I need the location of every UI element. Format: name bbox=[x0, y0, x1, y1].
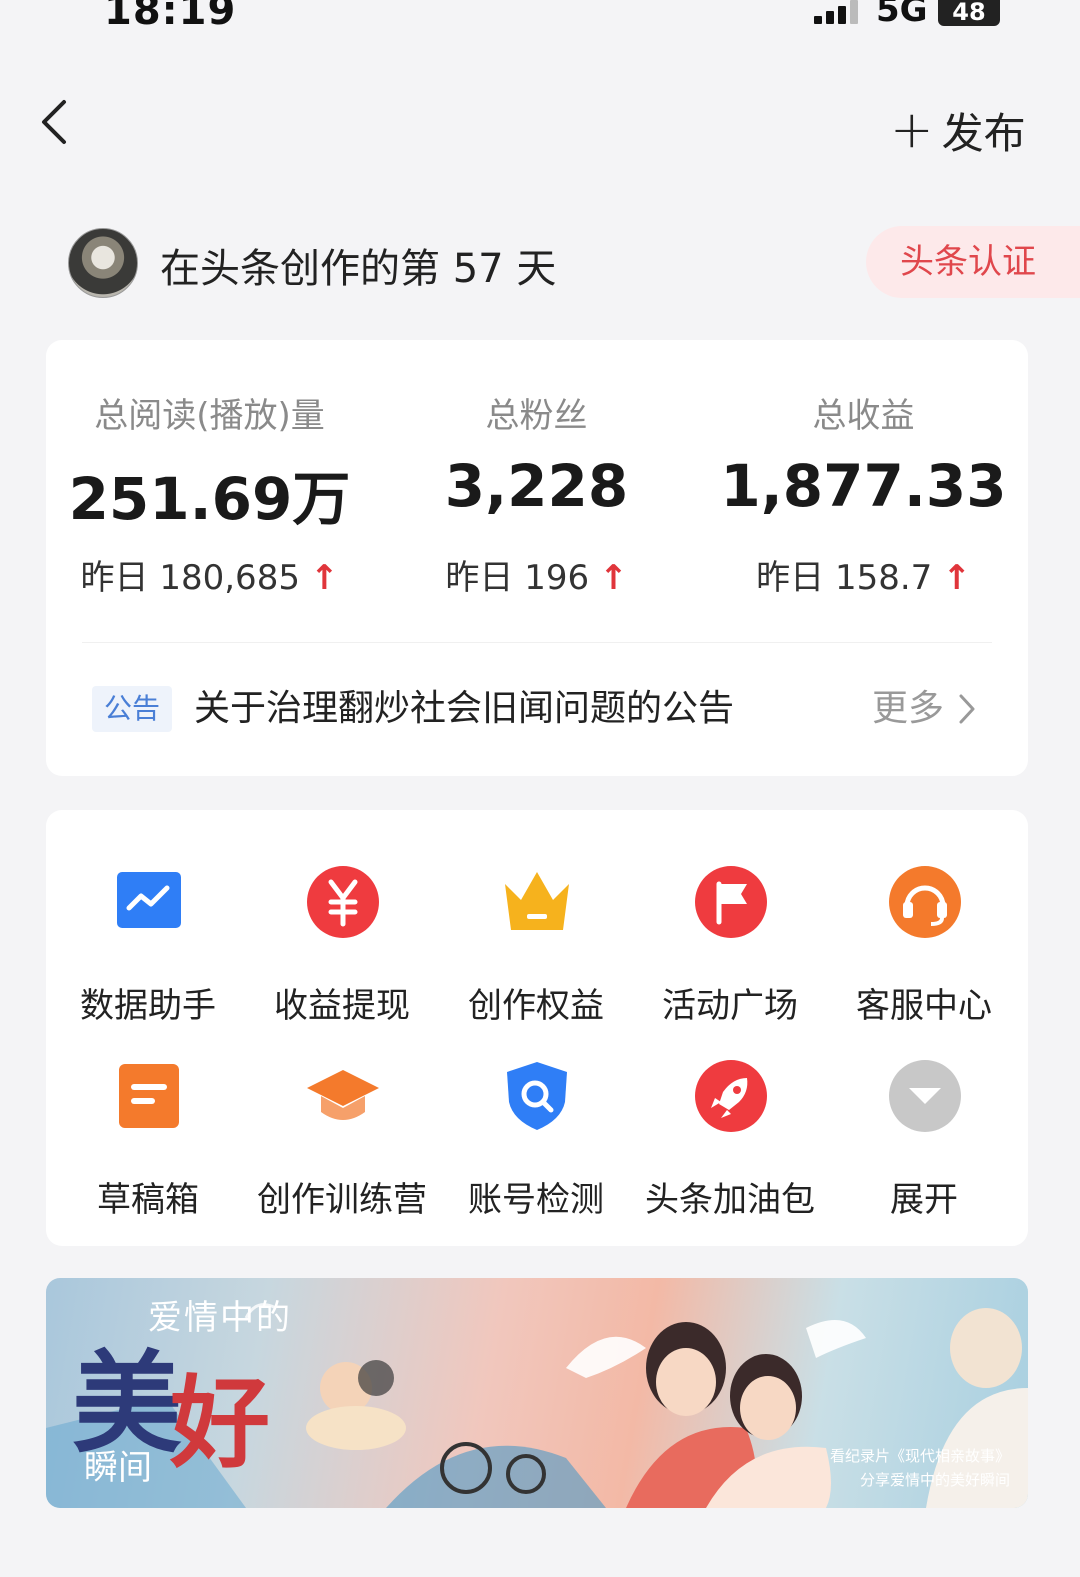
signal-icon bbox=[814, 0, 862, 26]
tool-label: 客服中心 bbox=[856, 986, 992, 1026]
tool-activity-plaza[interactable]: 活动广场 bbox=[632, 864, 828, 1034]
stat-yesterday-text: 昨日 158.7 bbox=[756, 558, 933, 598]
headset-icon bbox=[889, 866, 961, 938]
stat-value: 251.69万 bbox=[68, 465, 351, 533]
creator-days-text: 在头条创作的第 57 天 bbox=[160, 246, 557, 292]
tool-account-check[interactable]: 账号检测 bbox=[438, 1058, 634, 1228]
back-button[interactable] bbox=[30, 92, 80, 152]
tool-customer-service[interactable]: 客服中心 bbox=[826, 864, 1022, 1034]
stat-label: 总阅读(播放)量 bbox=[94, 396, 325, 436]
arrow-up-icon: ↑ bbox=[599, 558, 628, 598]
banner-small-text: 瞬间 bbox=[84, 1448, 152, 1488]
stat-yesterday-text: 昨日 180,685 bbox=[80, 558, 300, 598]
avatar[interactable] bbox=[68, 228, 138, 298]
chevron-down-icon bbox=[889, 1060, 961, 1132]
notice-link[interactable]: 关于治理翻炒社会旧闻问题的公告 bbox=[194, 686, 734, 732]
network-type: 5G bbox=[876, 0, 928, 30]
plus-icon: + bbox=[890, 100, 934, 160]
tool-training-camp[interactable]: 创作训练营 bbox=[244, 1058, 440, 1228]
creator-center-page: 18:19 5G 48 + 发布 在头条创作的第 57 天 头条认证 总阅读(播… bbox=[0, 0, 1080, 1577]
tool-drafts[interactable]: 草稿箱 bbox=[50, 1058, 246, 1228]
stat-yesterday: 昨日 196 ↑ bbox=[373, 550, 700, 599]
yuan-icon bbox=[307, 866, 379, 938]
arrow-up-icon: ↑ bbox=[942, 558, 971, 598]
tool-creator-benefits[interactable]: 创作权益 bbox=[438, 864, 634, 1034]
divider bbox=[82, 642, 992, 643]
tools-grid: 数据助手 收益提现 创作权益 活动广场 客服中心 草稿箱 创作训练营 账号检测 … bbox=[46, 810, 1028, 1246]
draft-icon bbox=[119, 1064, 179, 1128]
promo-banner[interactable]: 爱情中的 美 好 瞬间 看纪录片《现代相亲故事》 分享爱情中的美好瞬间 bbox=[46, 1278, 1028, 1508]
stat-yesterday: 昨日 180,685 ↑ bbox=[46, 550, 373, 599]
tool-expand[interactable]: 展开 bbox=[826, 1058, 1022, 1228]
notice-more-button[interactable]: 更多 bbox=[872, 686, 976, 732]
status-time: 18:19 bbox=[104, 0, 237, 34]
banner-caption: 看纪录片《现代相亲故事》 分享爱情中的美好瞬间 bbox=[770, 1444, 1010, 1492]
crown-icon bbox=[505, 872, 569, 930]
rocket-icon bbox=[695, 1060, 767, 1132]
notice-tag: 公告 bbox=[92, 686, 172, 732]
stat-yesterday: 昨日 158.7 ↑ bbox=[700, 550, 1027, 599]
tool-label: 展开 bbox=[890, 1180, 958, 1220]
banner-caption-line: 看纪录片《现代相亲故事》 bbox=[829, 1447, 1010, 1465]
tool-boost-pack[interactable]: 头条加油包 bbox=[632, 1058, 828, 1228]
status-bar: 18:19 5G 48 bbox=[0, 0, 1080, 40]
stat-value: 1,877.33 bbox=[720, 452, 1007, 520]
stat-yesterday-text: 昨日 196 bbox=[445, 558, 590, 598]
chevron-left-icon bbox=[42, 100, 66, 144]
publish-button[interactable]: + 发布 bbox=[890, 100, 1026, 160]
stat-value: 3,228 bbox=[444, 452, 629, 520]
banner-caption-line: 分享爱情中的美好瞬间 bbox=[859, 1471, 1010, 1489]
search-shield-icon bbox=[507, 1062, 567, 1130]
publish-label: 发布 bbox=[941, 108, 1026, 158]
tool-earnings-withdraw[interactable]: 收益提现 bbox=[244, 864, 440, 1034]
battery-icon: 48 bbox=[938, 0, 1000, 26]
arrow-up-icon: ↑ bbox=[309, 558, 339, 598]
stat-label: 总粉丝 bbox=[485, 396, 588, 436]
chevron-right-icon bbox=[959, 694, 975, 724]
stat-label: 总收益 bbox=[812, 396, 915, 436]
banner-big-text-2: 好 bbox=[170, 1364, 270, 1482]
certification-button[interactable]: 头条认证 bbox=[866, 226, 1080, 298]
tool-data-assistant[interactable]: 数据助手 bbox=[50, 864, 246, 1034]
graduation-cap-icon bbox=[307, 1070, 379, 1120]
notice-more-label: 更多 bbox=[872, 688, 945, 729]
stats-card: 总阅读(播放)量 251.69万 昨日 180,685 ↑ 总粉丝 3,228 昨… bbox=[46, 340, 1028, 776]
flag-icon bbox=[695, 866, 767, 938]
chart-icon bbox=[117, 872, 181, 928]
